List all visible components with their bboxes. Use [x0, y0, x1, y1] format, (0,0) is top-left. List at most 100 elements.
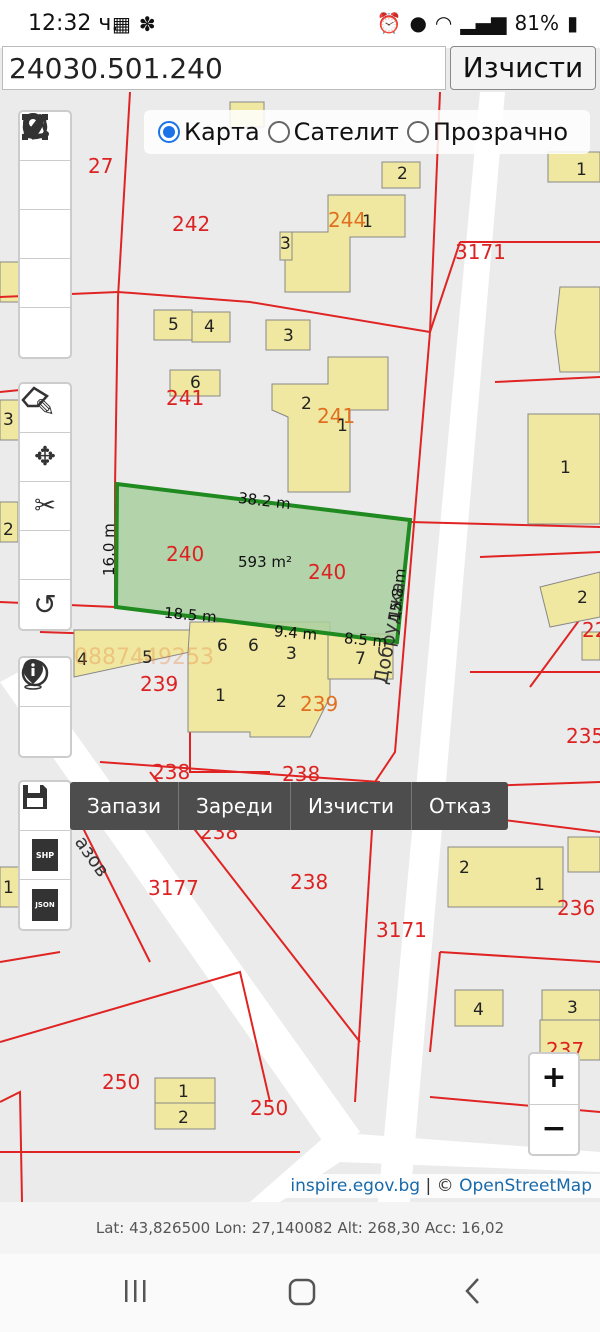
map-attribution: inspire.egov.bg | © OpenStreetMap	[282, 1174, 600, 1198]
building-number: 1	[362, 212, 373, 232]
parcel-label: 235	[566, 724, 600, 748]
polygon-tool[interactable]	[20, 114, 70, 308]
save-menu-save[interactable]: Запази	[70, 782, 180, 830]
export-json-tool[interactable]: JSON	[20, 880, 70, 929]
draw-tools	[18, 110, 72, 359]
phone-watermark: 0887449253	[74, 645, 214, 670]
save-menu-load[interactable]: Зареди	[179, 782, 291, 830]
location-info-tool[interactable]	[20, 659, 70, 756]
building-number: 2	[178, 1108, 189, 1128]
coordinates-readout: Lat: 43,826500 Lon: 27,140082 Alt: 268,3…	[0, 1202, 600, 1254]
move-tool[interactable]: ✥	[20, 433, 70, 482]
clear-search-button[interactable]: Изчисти	[450, 46, 596, 90]
rotate-icon: ↺	[33, 588, 57, 621]
osm-link[interactable]: OpenStreetMap	[459, 1176, 592, 1196]
radio-icon	[267, 121, 290, 143]
parcel-label: 250	[250, 1096, 289, 1120]
save-menu-clear[interactable]: Изчисти	[291, 782, 413, 830]
building-number: 1	[576, 160, 587, 180]
system-nav-bar	[0, 1254, 600, 1332]
signal-icon: ▂▄▆	[460, 11, 507, 35]
save-menu-cancel[interactable]: Отказ	[412, 782, 508, 830]
parcel-label: 238	[152, 760, 191, 784]
building-number: 4	[473, 1000, 484, 1020]
zoom-out-button[interactable]: −	[530, 1105, 578, 1155]
save-tool[interactable]	[20, 782, 70, 831]
building-number: 2	[397, 164, 408, 184]
circle-icon	[22, 114, 48, 140]
search-row: Изчисти	[0, 44, 600, 92]
battery-percent: 81%	[514, 11, 559, 35]
inspire-link[interactable]: inspire.egov.bg	[290, 1176, 420, 1196]
layer-option-map[interactable]: Карта	[158, 118, 260, 146]
erase-tool[interactable]	[20, 386, 70, 580]
parcel-label: 242	[172, 212, 211, 236]
building-number: 1	[3, 878, 14, 898]
parcel-label: 239	[300, 692, 339, 716]
building-number: 2	[301, 394, 312, 414]
parcel-label: 240	[166, 542, 205, 566]
parcel-label: 250	[102, 1070, 141, 1094]
layer-option-satellite[interactable]: Сателит	[267, 118, 399, 146]
parcel-label: 238	[290, 870, 329, 894]
map-view[interactable]: 27 242 244 3171 241 241 240 240 239 239 …	[0, 92, 600, 1202]
shp-file-icon: SHP	[32, 839, 58, 871]
building-number: 1	[337, 416, 348, 436]
radio-icon	[406, 121, 429, 143]
back-icon[interactable]	[458, 1276, 488, 1306]
building-number: 1	[534, 875, 545, 895]
building-number: 6	[190, 373, 201, 393]
zoom-control: + −	[528, 1052, 580, 1156]
parcel-label: 3171	[455, 240, 506, 264]
wifi-icon: ◠	[434, 11, 453, 35]
json-file-icon: JSON	[32, 888, 58, 921]
recent-apps-icon[interactable]	[120, 1276, 150, 1306]
rotate-tool[interactable]: ↺	[20, 580, 70, 629]
home-icon[interactable]	[286, 1276, 318, 1308]
parcel-area: 593 m²	[238, 553, 293, 571]
calendar-icon: ▦	[112, 12, 131, 36]
building-number: 3	[283, 326, 294, 346]
building-number: 1	[178, 1082, 189, 1102]
parcel-label: 3177	[148, 876, 199, 900]
layer-option-transparent[interactable]: Прозрачно	[406, 118, 568, 146]
building-number: 6	[217, 636, 228, 656]
status-time: 12:32 ч.	[28, 11, 119, 36]
zoom-in-button[interactable]: +	[530, 1054, 578, 1105]
file-tools: SHP JSON	[18, 780, 72, 931]
building-number: 6	[248, 636, 259, 656]
info-tools	[18, 656, 72, 758]
alarm-icon: ⏰	[376, 11, 402, 35]
building-number: 2	[3, 520, 14, 540]
scissors-icon: ✂	[34, 491, 56, 521]
parcel-label: 3171	[376, 918, 427, 942]
cut-tool[interactable]: ✂	[20, 482, 70, 531]
building-number: 7	[355, 649, 366, 669]
parcel-label: 244	[328, 208, 367, 232]
location-info-icon	[23, 659, 43, 690]
flower-icon: ✽	[138, 12, 156, 36]
circle-tool[interactable]	[20, 114, 70, 357]
search-input[interactable]	[2, 46, 446, 90]
building-number: 3	[286, 644, 297, 664]
radio-selected-icon	[158, 121, 180, 143]
parcel-label: 240	[308, 560, 347, 584]
building-number: 4	[204, 317, 215, 337]
eraser-icon	[21, 386, 49, 408]
measurement-left: 16.0 m	[100, 523, 118, 576]
parcel-label: 22	[582, 618, 600, 642]
layer-selector: Карта Сателит Прозрачно	[144, 110, 590, 154]
line-tool[interactable]	[20, 114, 70, 210]
rectangle-tool[interactable]	[20, 114, 70, 259]
parcel-label: 236	[557, 896, 596, 920]
measurement-bottom-b: 9.4 m	[273, 622, 318, 644]
building-number: 3	[280, 234, 291, 254]
building-number: 2	[276, 692, 287, 712]
building-number: 2	[459, 858, 470, 878]
measurement-bottom-c: 8.5 m	[343, 629, 388, 651]
battery-icon: ▮	[566, 11, 578, 35]
parcel-label: 239	[140, 672, 179, 696]
export-shp-tool[interactable]: SHP	[20, 831, 70, 880]
building-number: 2	[577, 588, 588, 608]
location-icon: ●	[409, 11, 427, 35]
